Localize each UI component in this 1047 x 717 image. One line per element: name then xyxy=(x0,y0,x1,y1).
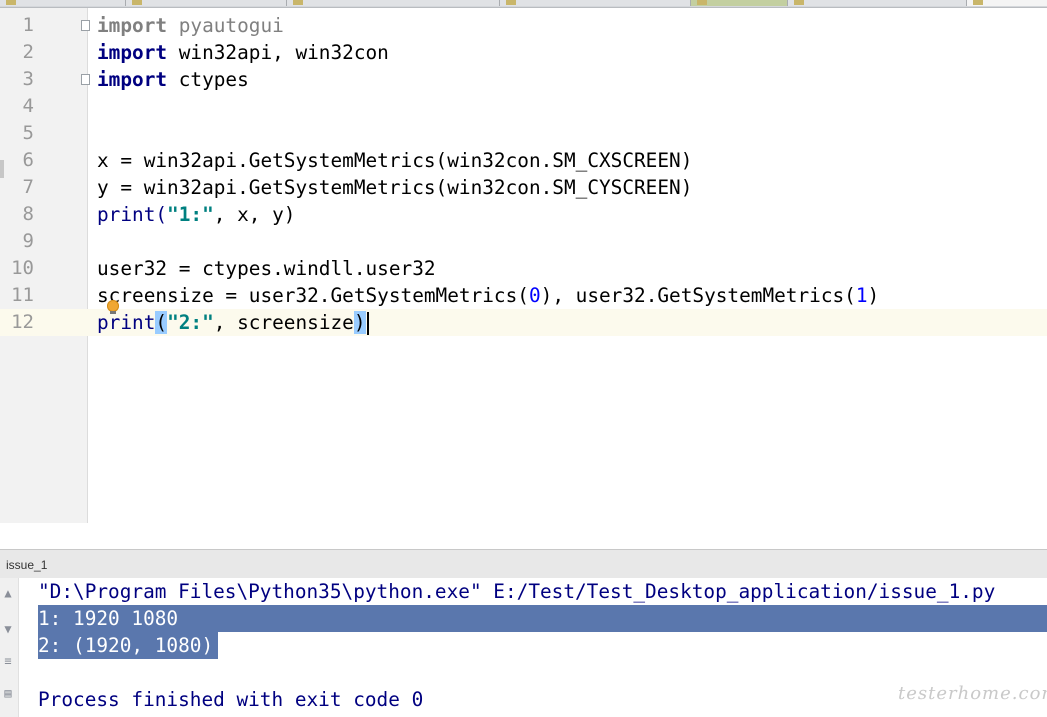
soft-wrap-icon[interactable]: ≡ xyxy=(2,654,14,668)
python-file-icon xyxy=(973,0,983,5)
code-text[interactable]: screensize = user32.GetSystemMetrics(0),… xyxy=(97,282,879,309)
fold-icon[interactable] xyxy=(81,74,90,85)
line-number: 3 xyxy=(22,68,34,90)
editor-tab-strip xyxy=(0,0,1047,8)
bulb-stem xyxy=(110,311,116,314)
python-file-icon xyxy=(506,0,516,5)
line-number: 11 xyxy=(11,284,34,306)
text-caret xyxy=(366,312,369,335)
editor-tab[interactable] xyxy=(500,0,691,6)
line-number: 6 xyxy=(22,149,34,171)
code-line[interactable]: 3 import ctypes xyxy=(0,66,1047,93)
code-editor[interactable]: 1 import pyautogui 2 import win32api, wi… xyxy=(0,8,1047,523)
print-icon[interactable]: ▤ xyxy=(2,686,14,700)
line-number: 4 xyxy=(22,95,34,117)
code-line[interactable]: 10 user32 = ctypes.windll.user32 xyxy=(0,255,1047,282)
editor-tab[interactable] xyxy=(126,0,287,6)
code-text[interactable]: print("2:", screensize) xyxy=(97,309,369,336)
run-console[interactable]: ▲ ▼ ≡ ▤ "D:\Program Files\Python35\pytho… xyxy=(0,578,1047,717)
code-text[interactable]: user32 = ctypes.windll.user32 xyxy=(97,255,436,282)
code-line[interactable]: 11 screensize = user32.GetSystemMetrics(… xyxy=(0,282,1047,309)
code-text[interactable]: import pyautogui xyxy=(97,12,284,39)
run-config-title[interactable]: issue_1 xyxy=(6,558,47,572)
code-line[interactable]: 2 import win32api, win32con xyxy=(0,39,1047,66)
code-line[interactable]: 1 import pyautogui xyxy=(0,12,1047,39)
code-text[interactable]: x = win32api.GetSystemMetrics(win32con.S… xyxy=(97,147,692,174)
console-output-line: 2: (1920, 1080) xyxy=(38,634,214,657)
console-toolbar: ▲ ▼ ≡ ▤ xyxy=(0,578,19,717)
python-file-icon xyxy=(697,0,707,5)
console-finish-line: Process finished with exit code 0 xyxy=(38,688,424,711)
console-selection xyxy=(38,605,1047,632)
editor-tab[interactable] xyxy=(287,0,500,6)
console-output-line: 1: 1920 1080 xyxy=(38,607,179,630)
editor-tab[interactable] xyxy=(0,0,126,6)
watermark: testerhome.com xyxy=(898,683,1047,704)
editor-tab[interactable] xyxy=(691,0,788,6)
run-tool-window-header: issue_1 xyxy=(0,549,1047,579)
code-text[interactable]: y = win32api.GetSystemMetrics(win32con.S… xyxy=(97,174,692,201)
line-number: 10 xyxy=(11,257,34,279)
code-text[interactable]: import win32api, win32con xyxy=(97,39,389,66)
code-line[interactable]: 8 print("1:", x, y) xyxy=(0,201,1047,228)
python-file-icon xyxy=(794,0,804,5)
code-line[interactable]: 4 xyxy=(0,93,1047,120)
python-file-icon xyxy=(132,0,142,5)
python-file-icon xyxy=(6,0,16,5)
code-line[interactable]: 6 x = win32api.GetSystemMetrics(win32con… xyxy=(0,147,1047,174)
code-text[interactable]: print("1:", x, y) xyxy=(97,201,295,228)
editor-tab-active[interactable] xyxy=(967,0,1047,6)
line-number: 9 xyxy=(22,230,34,252)
down-arrow-icon[interactable]: ▼ xyxy=(2,622,14,636)
code-line[interactable]: 7 y = win32api.GetSystemMetrics(win32con… xyxy=(0,174,1047,201)
line-number: 7 xyxy=(22,176,34,198)
up-arrow-icon[interactable]: ▲ xyxy=(2,586,14,600)
code-line-current[interactable]: 12 print("2:", screensize) xyxy=(0,309,1047,336)
console-command-line: "D:\Program Files\Python35\python.exe" E… xyxy=(38,580,996,603)
editor-tab[interactable] xyxy=(788,0,967,6)
code-line[interactable]: 5 xyxy=(0,120,1047,147)
code-line[interactable]: 9 xyxy=(0,228,1047,255)
line-number: 8 xyxy=(22,203,34,225)
line-number: 1 xyxy=(22,14,34,36)
line-number: 5 xyxy=(22,122,34,144)
fold-icon[interactable] xyxy=(81,20,90,31)
python-file-icon xyxy=(293,0,303,5)
line-number: 12 xyxy=(11,311,34,333)
code-text[interactable]: import ctypes xyxy=(97,66,249,93)
line-number: 2 xyxy=(22,41,34,63)
